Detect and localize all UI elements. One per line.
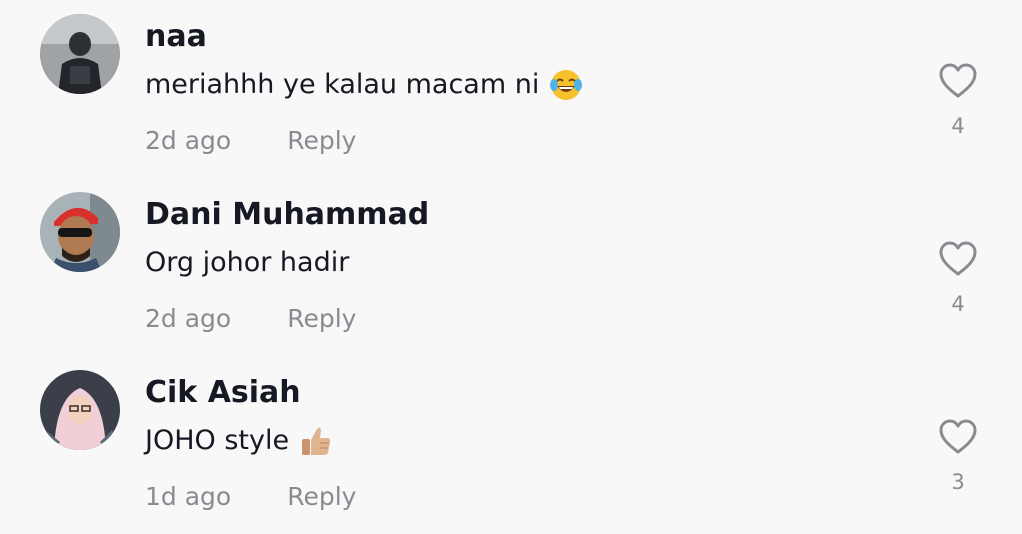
like-count: 3 [951,470,965,494]
comment-text: JOHO style [145,425,290,456]
avatar-image [40,370,120,450]
comment-text-row: meriahhh ye kalau macam ni [145,64,583,106]
comment-meta: 1d ago Reply [145,476,356,516]
avatar[interactable] [40,192,120,272]
heart-outline-icon [939,419,977,454]
like-count: 4 [951,292,965,316]
like-count: 4 [951,114,965,138]
heart-outline-icon [939,241,977,276]
timestamp: 2d ago [145,125,232,155]
comment-item: Cik Asiah JOHO style 1d ago Reply 3 [0,356,1022,534]
like-button[interactable]: 3 [935,418,981,504]
like-button[interactable]: 4 [935,62,981,148]
timestamp: 1d ago [145,481,232,511]
reply-button[interactable]: Reply [287,126,356,155]
username[interactable]: naa [145,17,207,57]
comment-meta: 2d ago Reply [145,120,356,160]
comment-item: Dani Muhammad Org johor hadir 2d ago Rep… [0,178,1022,356]
username[interactable]: Cik Asiah [145,373,301,413]
comment-text-row: JOHO style [145,420,333,462]
comment-text: Org johor hadir [145,247,350,278]
username[interactable]: Dani Muhammad [145,195,429,235]
avatar-image [40,192,120,272]
comment-text-row: Org johor hadir [145,242,349,284]
timestamp: 2d ago [145,303,232,333]
reply-button[interactable]: Reply [287,304,356,333]
comment-text: meriahhh ye kalau macam ni [145,69,540,100]
avatar-image [40,14,120,94]
comment-meta: 2d ago Reply [145,298,356,338]
reply-button[interactable]: Reply [287,482,356,511]
thumbs-up-icon [302,427,331,455]
avatar[interactable] [40,370,120,450]
like-button[interactable]: 4 [935,240,981,326]
comment-item: naa meriahhh ye kalau macam ni 2d ago Re… [0,0,1022,178]
face-with-tears-of-joy-icon [550,70,583,100]
heart-outline-icon [939,63,977,98]
comment-list: naa meriahhh ye kalau macam ni 2d ago Re… [0,0,1022,534]
avatar[interactable] [40,14,120,94]
